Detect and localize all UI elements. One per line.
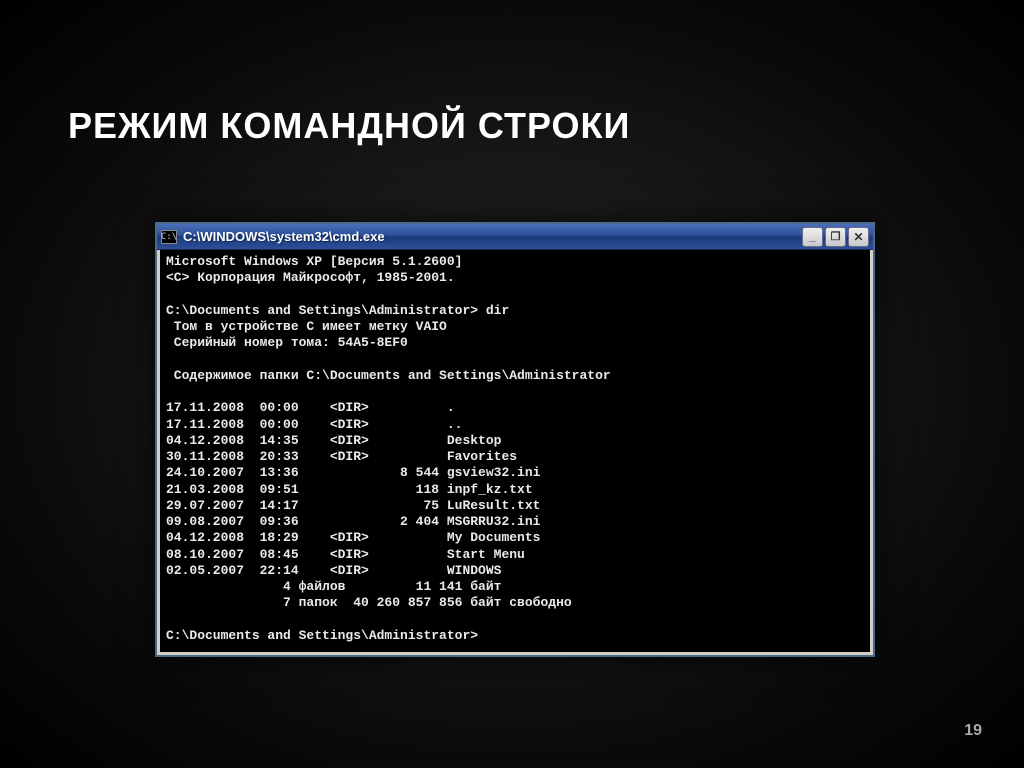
console-line: Том в устройстве C имеет метку VAIO bbox=[166, 319, 447, 334]
titlebar[interactable]: C:\ C:\WINDOWS\system32\cmd.exe _ ❐ ✕ bbox=[157, 224, 873, 250]
dir-row: 08.10.2007 08:45 <DIR> Start Menu bbox=[166, 547, 525, 562]
console-line: Microsoft Windows XP [Версия 5.1.2600] bbox=[166, 254, 462, 269]
page-number: 19 bbox=[964, 722, 982, 740]
console-line: Содержимое папки C:\Documents and Settin… bbox=[166, 368, 611, 383]
command-prompt-window: C:\ C:\WINDOWS\system32\cmd.exe _ ❐ ✕ Mi… bbox=[155, 222, 875, 657]
window-title: C:\WINDOWS\system32\cmd.exe bbox=[183, 229, 802, 244]
console-line: C:\Documents and Settings\Administrator>… bbox=[166, 303, 509, 318]
dir-row: 09.08.2007 09:36 2 404 MSGRRU32.ini bbox=[166, 514, 540, 529]
console-line: <C> Корпорация Майкрософт, 1985-2001. bbox=[166, 270, 455, 285]
window-controls: _ ❐ ✕ bbox=[802, 227, 869, 247]
dir-row: 30.11.2008 20:33 <DIR> Favorites bbox=[166, 449, 517, 464]
dir-row: 17.11.2008 00:00 <DIR> .. bbox=[166, 417, 462, 432]
dir-row: 29.07.2007 14:17 75 LuResult.txt bbox=[166, 498, 540, 513]
maximize-button[interactable]: ❐ bbox=[825, 227, 846, 247]
dir-row: 04.12.2008 18:29 <DIR> My Documents bbox=[166, 530, 540, 545]
minimize-button[interactable]: _ bbox=[802, 227, 823, 247]
dir-row: 24.10.2007 13:36 8 544 gsview32.ini bbox=[166, 465, 540, 480]
cmd-icon: C:\ bbox=[161, 230, 177, 244]
console-line: 4 файлов 11 141 байт bbox=[166, 579, 501, 594]
dir-row: 04.12.2008 14:35 <DIR> Desktop bbox=[166, 433, 501, 448]
close-button[interactable]: ✕ bbox=[848, 227, 869, 247]
console-prompt: C:\Documents and Settings\Administrator> bbox=[166, 628, 478, 643]
dir-row: 21.03.2008 09:51 118 inpf_kz.txt bbox=[166, 482, 533, 497]
dir-row: 17.11.2008 00:00 <DIR> . bbox=[166, 400, 455, 415]
console-line: Серийный номер тома: 54A5-8EF0 bbox=[166, 335, 408, 350]
slide-title: РЕЖИМ КОМАНДНОЙ СТРОКИ bbox=[68, 105, 630, 147]
console-output[interactable]: Microsoft Windows XP [Версия 5.1.2600] <… bbox=[157, 250, 873, 655]
dir-row: 02.05.2007 22:14 <DIR> WINDOWS bbox=[166, 563, 501, 578]
console-line: 7 папок 40 260 857 856 байт свободно bbox=[166, 595, 572, 610]
